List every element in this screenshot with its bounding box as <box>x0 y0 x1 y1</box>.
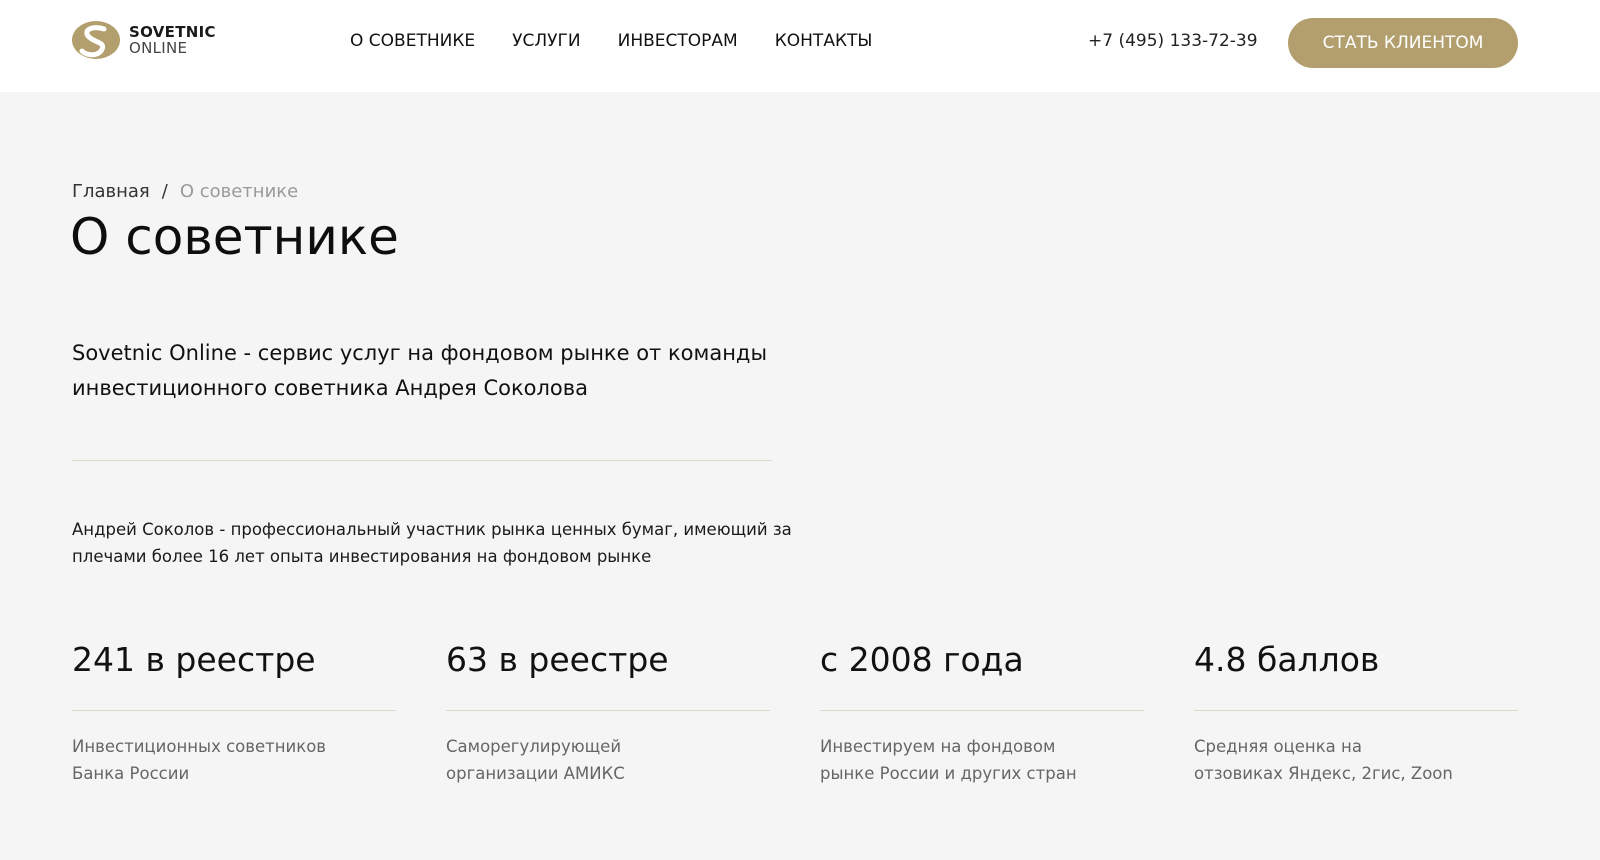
nav-item-investors[interactable]: ИНВЕСТОРАМ <box>618 31 738 51</box>
breadcrumb-current: О советнике <box>179 181 299 202</box>
section-divider <box>72 460 772 461</box>
site-header: SOVETNIC ONLINE О СОВЕТНИКЕ УСЛУГИ ИНВЕС… <box>0 0 1600 92</box>
bio-paragraph: Андрей Соколов - профессиональный участн… <box>72 520 792 566</box>
stat-divider <box>446 710 770 711</box>
logo-text-line1: SOVETNIC <box>129 23 216 41</box>
stat-divider <box>72 710 396 711</box>
breadcrumb: Главная / О советнике <box>72 181 298 202</box>
stat-description: Средняя оценка на отзовиках Яндекс, 2гис… <box>1194 737 1453 783</box>
stat-item: с 2008 года Инвестируем на фондовом рынк… <box>820 640 1144 787</box>
breadcrumb-home-link[interactable]: Главная <box>72 181 150 202</box>
logo-s-icon <box>72 21 120 59</box>
stat-value: 4.8 баллов <box>1194 640 1380 679</box>
stat-value: 241 в реестре <box>72 640 316 679</box>
stat-divider <box>820 710 1144 711</box>
stat-divider <box>1194 710 1518 711</box>
stats-row: 241 в реестре Инвестиционных советников … <box>72 640 1520 787</box>
stat-value: с 2008 года <box>820 640 1024 679</box>
logo-text-line2: ONLINE <box>129 39 188 57</box>
stat-item: 63 в реестре Саморегулирующей организаци… <box>446 640 770 787</box>
nav-item-contacts[interactable]: КОНТАКТЫ <box>775 31 873 51</box>
main-nav: О СОВЕТНИКЕ УСЛУГИ ИНВЕСТОРАМ КОНТАКТЫ <box>350 31 872 51</box>
stat-value: 63 в реестре <box>446 640 669 679</box>
stat-item: 4.8 баллов Средняя оценка на отзовиках Я… <box>1194 640 1518 787</box>
stat-description: Инвестиционных советников Банка России <box>72 737 327 783</box>
stat-description: Инвестируем на фондовом рынке России и д… <box>820 737 1077 783</box>
lead-paragraph: Sovetnic Online - сервис услуг на фондов… <box>72 341 768 400</box>
breadcrumb-separator: / <box>161 181 168 202</box>
nav-item-about[interactable]: О СОВЕТНИКЕ <box>350 31 475 51</box>
become-client-button[interactable]: СТАТЬ КЛИЕНТОМ <box>1288 18 1518 68</box>
logo-text: SOVETNIC ONLINE <box>129 24 216 56</box>
logo[interactable]: SOVETNIC ONLINE <box>71 20 216 60</box>
stat-item: 241 в реестре Инвестиционных советников … <box>72 640 396 787</box>
stat-description: Саморегулирующей организации АМИКС <box>446 737 625 783</box>
page-title: О советнике <box>70 208 399 266</box>
phone-link[interactable]: +7 (495) 133-72-39 <box>1088 31 1258 51</box>
nav-item-services[interactable]: УСЛУГИ <box>512 31 580 51</box>
